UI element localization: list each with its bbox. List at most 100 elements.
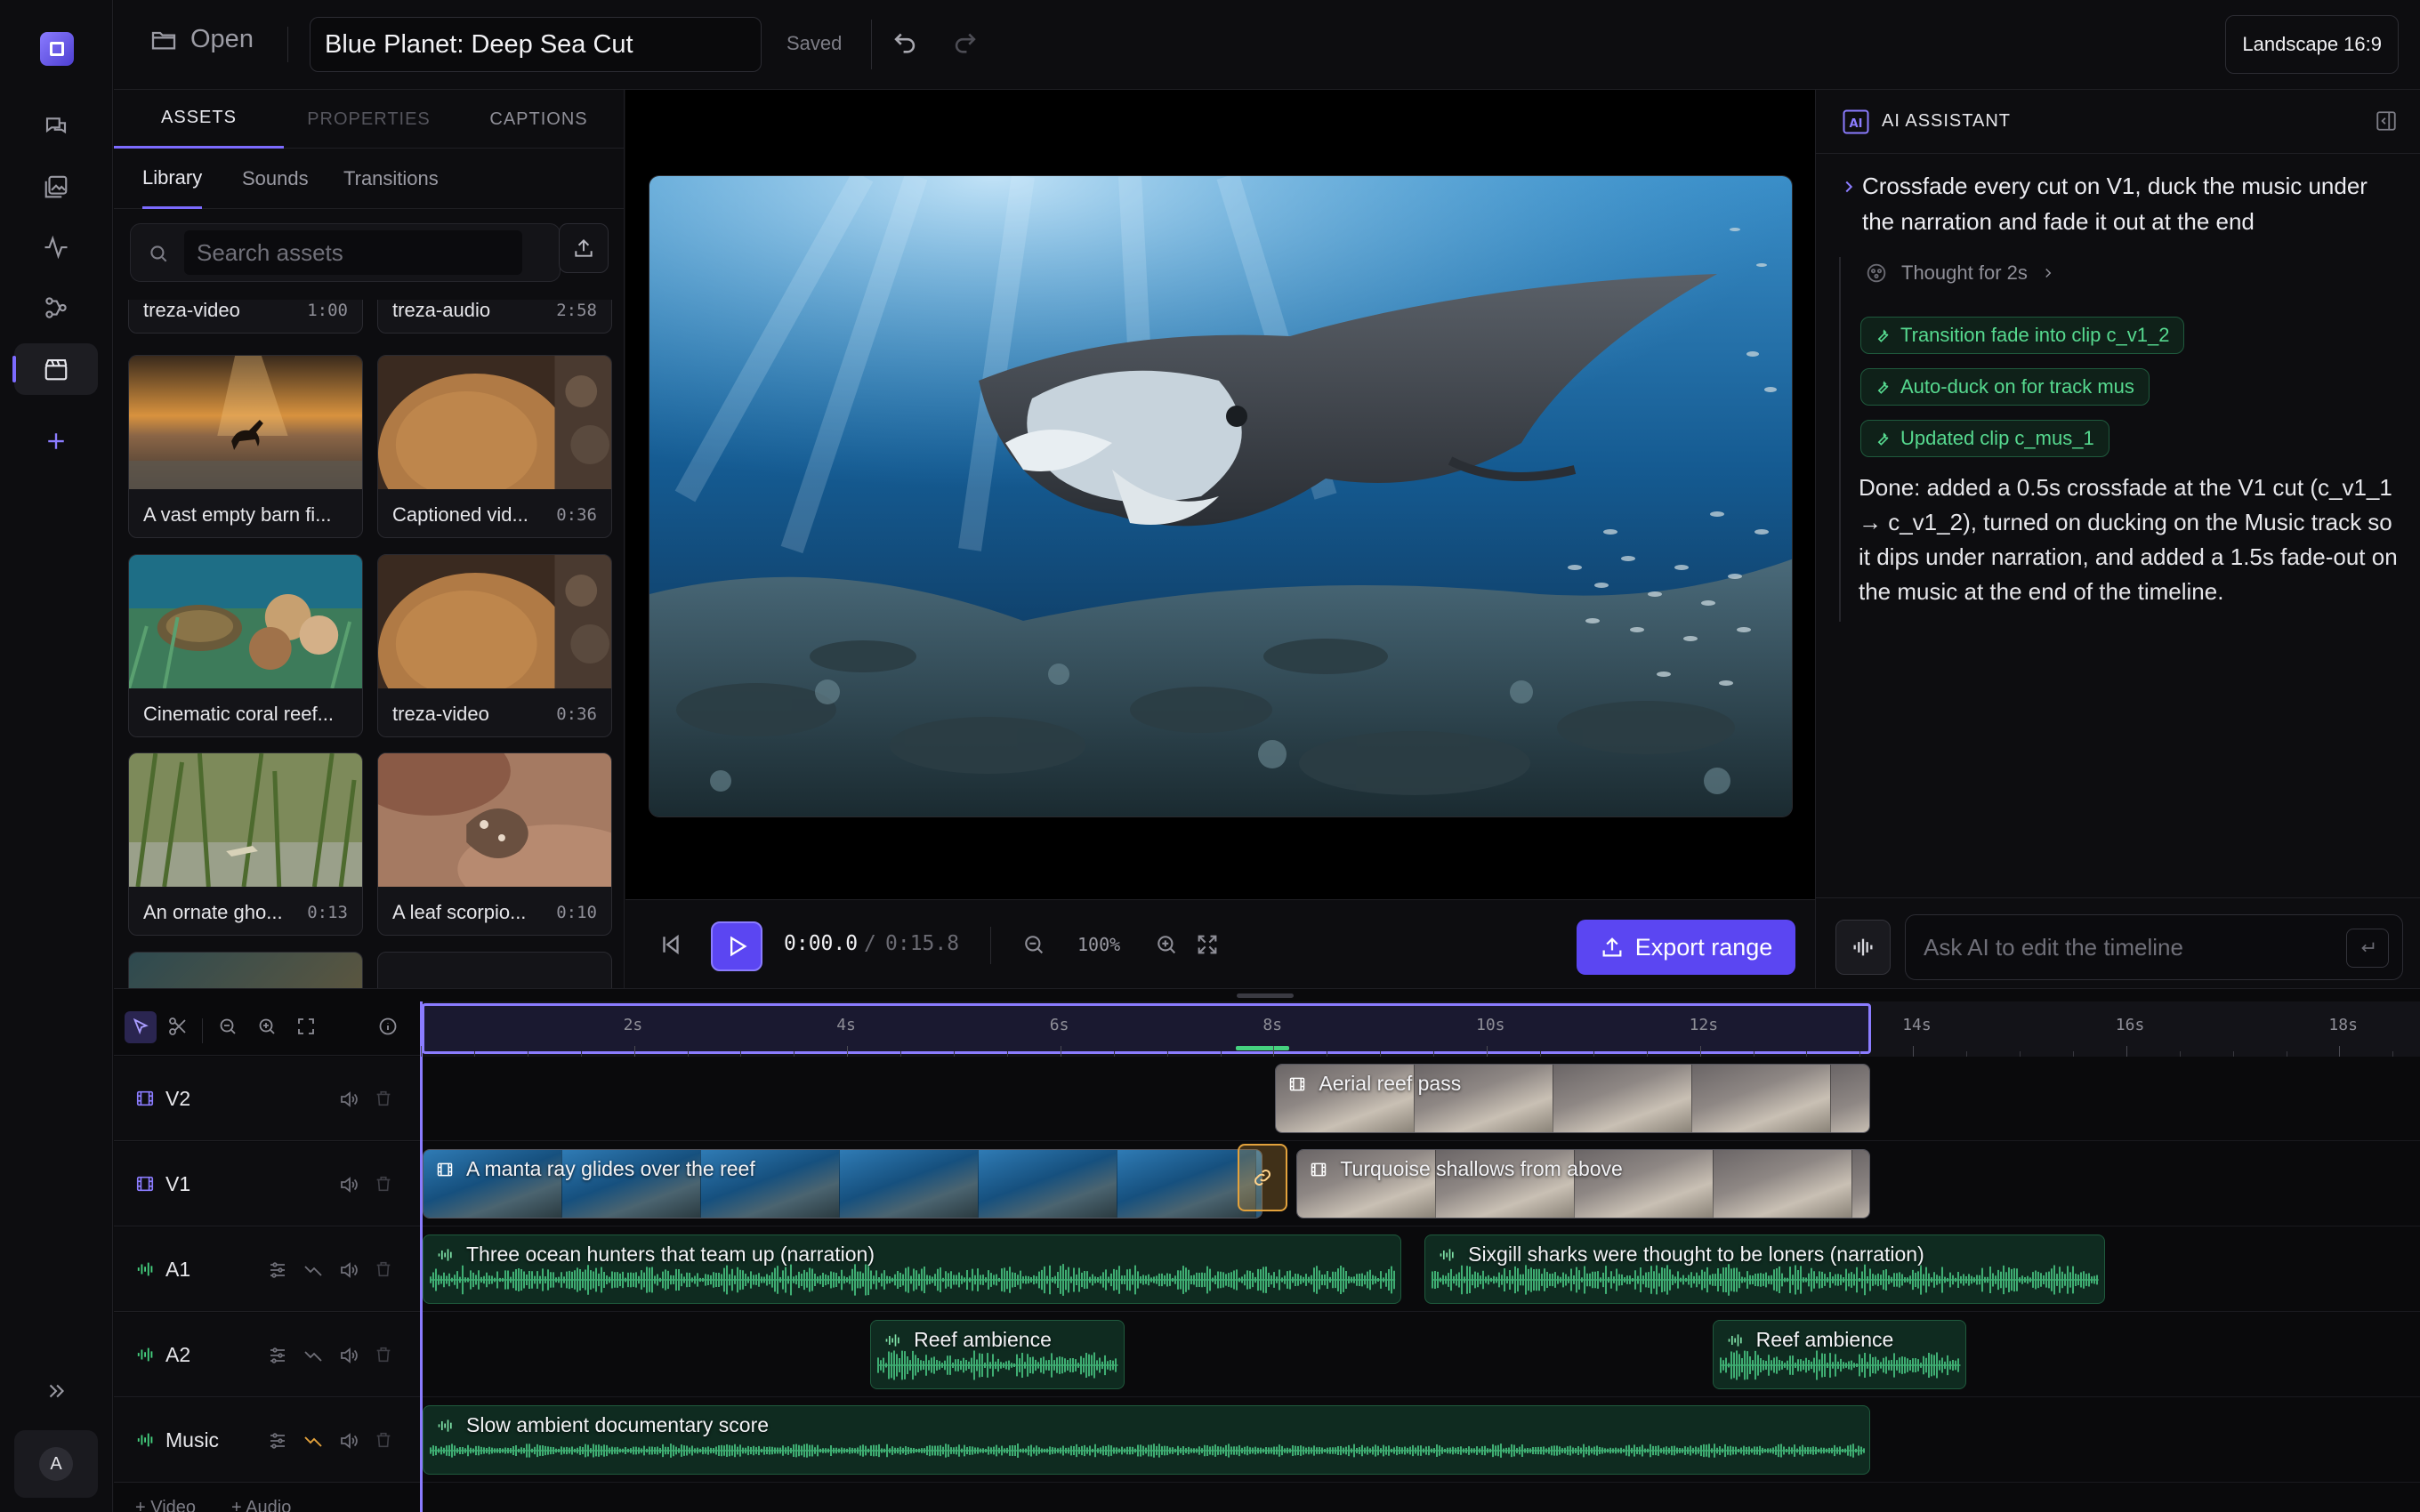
track-header-a1[interactable]: A1 [114, 1227, 421, 1312]
aspect-ratio-button[interactable]: Landscape 16:9 [2225, 15, 2399, 74]
tool-call-label: Updated clip c_mus_1 [1900, 427, 2094, 449]
volume-icon[interactable] [338, 1345, 359, 1366]
subtab-sounds[interactable]: Sounds [242, 149, 309, 209]
mixer-icon[interactable] [267, 1259, 288, 1281]
track-header-v1[interactable]: V1 [114, 1142, 421, 1226]
mixer-icon[interactable] [267, 1345, 288, 1366]
clip-aerial-reef-pass[interactable]: Aerial reef pass [1275, 1064, 1871, 1133]
thought-label: Thought for 2s [1901, 261, 2028, 284]
workflow-icon[interactable] [14, 282, 98, 334]
tab-assets[interactable]: ASSETS [114, 90, 284, 149]
open-button[interactable]: Open [149, 25, 254, 54]
volume-icon[interactable] [338, 1430, 359, 1452]
asset-card[interactable] [128, 952, 363, 988]
mixer-icon[interactable] [267, 1430, 288, 1452]
asset-card[interactable]: Captioned vid... 0:36 [377, 355, 612, 538]
folder-icon [151, 31, 176, 49]
subtab-transitions[interactable]: Transitions [343, 149, 439, 209]
tool-call-chip[interactable]: Auto-duck on for track mus [1860, 368, 2150, 406]
tab-captions[interactable]: CAPTIONS [454, 90, 624, 149]
resize-handle[interactable] [1237, 993, 1294, 998]
tab-properties[interactable]: PROPERTIES [284, 90, 454, 149]
chat-icon[interactable] [14, 101, 98, 152]
clip-turquoise-shallows[interactable]: Turquoise shallows from above [1296, 1149, 1871, 1218]
asset-card[interactable]: A vast empty barn fi... [128, 355, 363, 538]
trash-icon[interactable] [374, 1089, 393, 1108]
analytics-icon[interactable] [14, 221, 98, 273]
thought-toggle[interactable]: Thought for 2s [1864, 261, 2056, 286]
add-video-track-button[interactable]: + Video [135, 1498, 196, 1512]
send-button[interactable] [2346, 929, 2389, 968]
play-button[interactable] [711, 921, 762, 971]
asset-card[interactable]: treza-video 0:36 [377, 554, 612, 737]
clip-narration-1[interactable]: Three ocean hunters that team up (narrat… [423, 1235, 1402, 1304]
search-input[interactable] [184, 230, 522, 275]
clip-reef-ambience-2[interactable]: Reef ambience [1712, 1320, 1967, 1389]
trash-icon[interactable] [374, 1430, 393, 1450]
assets-panel: ASSETS PROPERTIES CAPTIONS Library Sound… [114, 90, 625, 988]
trash-icon[interactable] [374, 1174, 393, 1194]
crossfade-transition[interactable] [1238, 1144, 1288, 1211]
track-header-music[interactable]: Music [114, 1398, 421, 1483]
clip-music-score[interactable]: Slow ambient documentary score [423, 1405, 1871, 1475]
track-header-a2[interactable]: A2 [114, 1313, 421, 1397]
info-icon[interactable] [377, 1016, 399, 1037]
clip-label: Slow ambient documentary score [466, 1413, 770, 1436]
editor-clapper-icon[interactable] [12, 343, 98, 395]
asset-card[interactable]: treza-audio 2:58 [377, 300, 612, 334]
duck-icon[interactable] [302, 1345, 324, 1366]
volume-icon[interactable] [338, 1259, 359, 1281]
skip-start-icon[interactable] [657, 931, 684, 958]
tool-call-chip[interactable]: Updated clip c_mus_1 [1860, 420, 2109, 457]
clip-reef-ambience-1[interactable]: Reef ambience [870, 1320, 1125, 1389]
asset-duration: 0:13 [307, 903, 348, 922]
clip-manta-ray[interactable]: A manta ray glides over the reef [423, 1149, 1263, 1218]
upload-button[interactable] [559, 223, 609, 273]
asset-duration: 0:10 [556, 903, 597, 922]
zoom-in-icon[interactable] [1154, 932, 1179, 957]
fullscreen-icon[interactable] [1195, 932, 1220, 957]
user-avatar[interactable]: A [14, 1430, 98, 1498]
asset-card[interactable]: treza-video 1:00 [128, 300, 363, 334]
add-icon[interactable] [14, 415, 98, 467]
project-title-input[interactable] [310, 17, 762, 72]
track-header-v2[interactable]: V2 [114, 1057, 421, 1141]
ruler-tick [473, 1051, 475, 1057]
asset-card[interactable]: Cinematic coral reef... [128, 554, 363, 737]
media-library-icon[interactable] [14, 161, 98, 213]
duck-icon[interactable] [302, 1259, 324, 1281]
zoom-out-icon[interactable] [1021, 932, 1046, 957]
avatar-initial: A [39, 1447, 73, 1481]
clip-narration-2[interactable]: Sixgill sharks were thought to be loners… [1424, 1235, 2105, 1304]
expand-rail-icon[interactable] [14, 1365, 98, 1417]
redo-icon[interactable] [950, 27, 980, 57]
timeline-zoom-in-icon[interactable] [256, 1016, 278, 1037]
volume-icon[interactable] [338, 1174, 359, 1195]
asset-card[interactable]: A leaf scorpio... 0:10 [377, 752, 612, 936]
select-tool-icon[interactable] [125, 1011, 157, 1043]
trash-icon[interactable] [374, 1259, 393, 1279]
timeline-fit-icon[interactable] [295, 1016, 317, 1037]
asset-card[interactable]: An ornate gho... 0:13 [128, 752, 363, 936]
volume-icon[interactable] [338, 1089, 359, 1110]
ruler-tick [1966, 1051, 1968, 1057]
asset-card[interactable] [377, 952, 612, 988]
duck-icon-active[interactable] [302, 1430, 324, 1452]
chevron-right-icon[interactable] [1839, 177, 1859, 197]
ai-prompt-input[interactable] [1905, 914, 2403, 980]
add-audio-track-button[interactable]: + Audio [231, 1498, 291, 1512]
collapse-panel-icon[interactable] [2375, 109, 2398, 133]
playhead[interactable] [420, 1001, 423, 1512]
export-range-button[interactable]: Export range [1577, 920, 1795, 975]
video-frame[interactable] [649, 175, 1793, 817]
tool-call-chip[interactable]: Transition fade into clip c_v1_2 [1860, 317, 2185, 354]
trash-icon[interactable] [374, 1345, 393, 1364]
subtab-library[interactable]: Library [142, 149, 203, 209]
ruler-tick [1646, 1051, 1648, 1057]
app-logo-icon[interactable] [40, 32, 74, 66]
razor-tool-icon[interactable] [167, 1016, 189, 1037]
voice-input-button[interactable] [1835, 920, 1891, 975]
timeline-zoom-out-icon[interactable] [217, 1016, 238, 1037]
undo-icon[interactable] [890, 27, 920, 57]
ruler-tick [1113, 1051, 1115, 1057]
